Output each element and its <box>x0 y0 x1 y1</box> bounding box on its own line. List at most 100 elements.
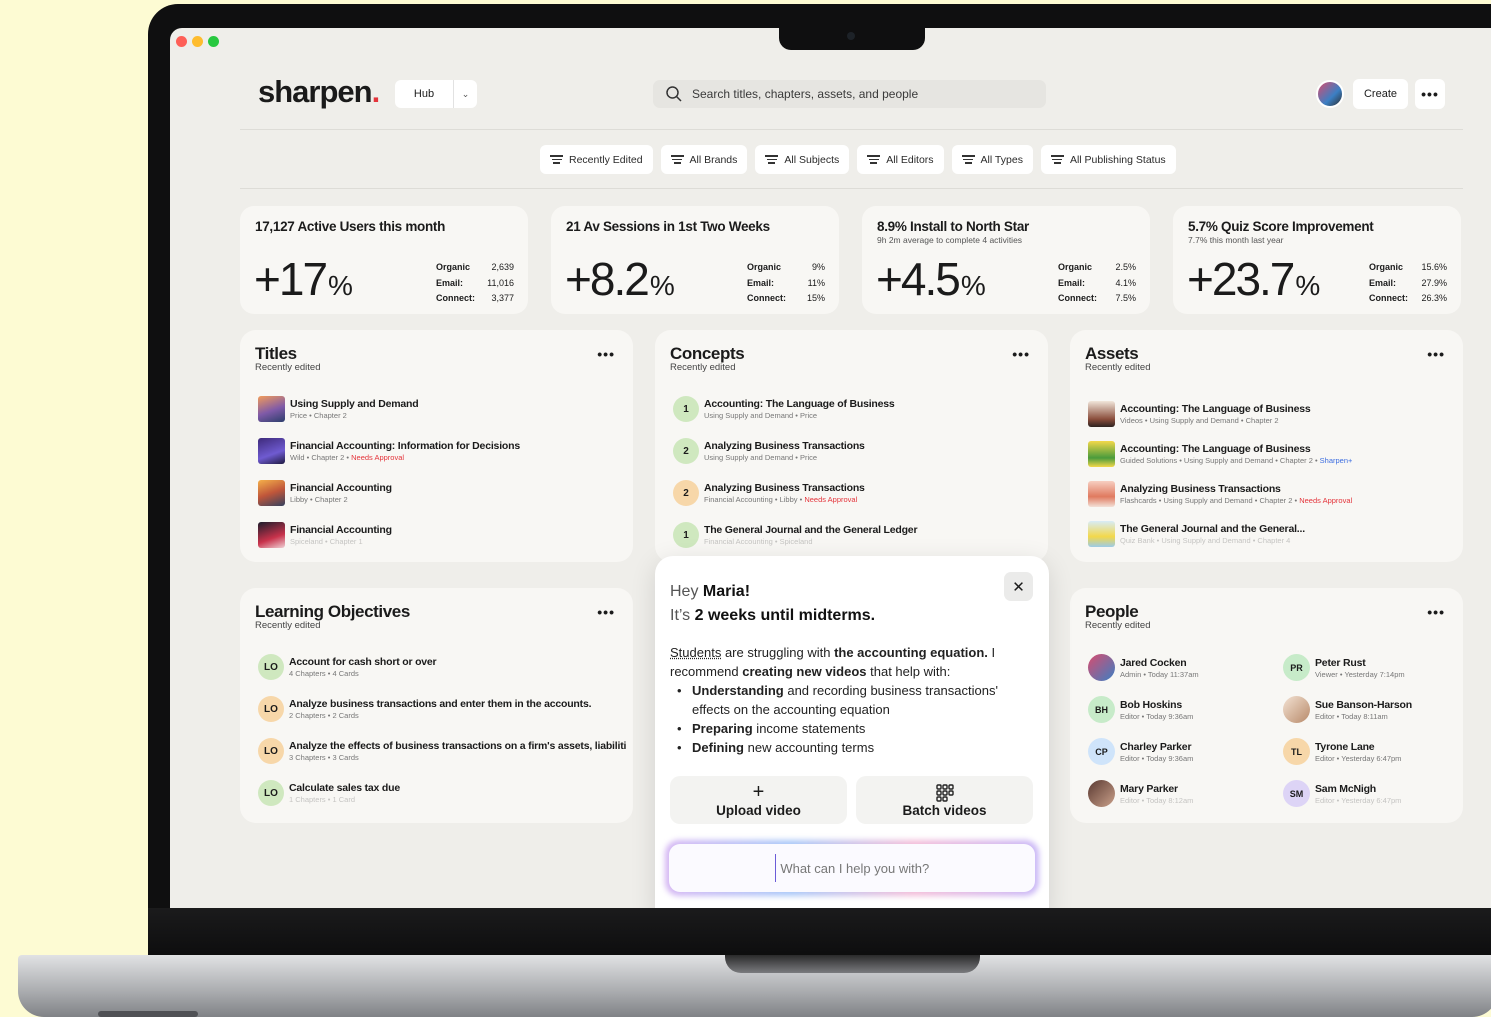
stat-card-quiz-score[interactable]: 5.7% Quiz Score Improvement 7.7% this mo… <box>1173 206 1461 314</box>
asset-item[interactable]: Analyzing Business Transactions Flashcard… <box>1088 481 1352 507</box>
assistant-greeting: Hey Maria! It’s 2 weeks until midterms. <box>670 580 875 628</box>
bullet-bold: Defining <box>692 740 744 755</box>
students-link[interactable]: Students <box>670 645 721 660</box>
objective-item[interactable]: LO Calculate sales tax due 1 Chapters • 1… <box>258 780 400 806</box>
needs-approval-badge: Needs Approval <box>351 453 405 462</box>
concept-item[interactable]: 2 Analyzing Business Transactions Using S… <box>673 438 865 464</box>
breakdown-value: 3,377 <box>491 293 514 303</box>
asset-item[interactable]: The General Journal and the General... Qu… <box>1088 521 1305 547</box>
person-item[interactable]: SM Sam McNigh Editor • Yesterday 6:47pm <box>1283 780 1401 807</box>
stat-number: +4.5 <box>876 253 961 305</box>
user-avatar[interactable] <box>1316 80 1344 108</box>
msg-text: are struggling with <box>721 645 835 660</box>
filter-publishing-status[interactable]: All Publishing Status <box>1040 145 1176 174</box>
batch-videos-button[interactable]: Batch videos <box>856 776 1033 824</box>
create-button[interactable]: Create <box>1353 79 1408 109</box>
breakdown-value: 7.5% <box>1115 293 1136 303</box>
laptop-bezel <box>148 908 1491 960</box>
panel-more-button[interactable]: ••• <box>1427 346 1445 362</box>
item-meta: Wild • Chapter 2 • Needs Approval <box>290 453 520 462</box>
lo-badge: LO <box>258 738 284 764</box>
filter-subjects[interactable]: All Subjects <box>755 145 850 174</box>
person-item[interactable]: Mary Parker Editor • Today 8:12am <box>1088 780 1193 807</box>
search-icon <box>666 86 682 102</box>
stat-unit: % <box>649 270 675 301</box>
title-item[interactable]: Financial Accounting Libby • Chapter 2 <box>258 480 392 506</box>
stat-value: +8.2% <box>565 252 675 306</box>
person-item[interactable]: Sue Banson-Harson Editor • Today 8:11am <box>1283 696 1412 723</box>
panel-more-button[interactable]: ••• <box>597 346 615 362</box>
filter-brands[interactable]: All Brands <box>660 145 748 174</box>
person-item[interactable]: Jared Cocken Admin • Today 11:37am <box>1088 654 1199 681</box>
item-title: Analyze the effects of business transact… <box>289 740 627 752</box>
greeting-line2-pre: It’s <box>670 607 695 624</box>
stat-breakdown: Organic 2,639 Email: 11,016 Connect: 3,377 <box>436 260 514 307</box>
concept-item[interactable]: 1 The General Journal and the General Le… <box>673 522 918 548</box>
hub-dropdown[interactable]: Hub ⌄ <box>395 80 477 108</box>
concept-item[interactable]: 1 Accounting: The Language of Business Us… <box>673 396 895 422</box>
asset-item[interactable]: Accounting: The Language of Business Guid… <box>1088 441 1352 467</box>
brand-logo[interactable]: sharpen. <box>258 74 380 110</box>
title-item[interactable]: Financial Accounting Spiceland • Chapter … <box>258 522 392 548</box>
person-meta: Editor • Today 8:11am <box>1315 711 1388 721</box>
stat-breakdown: Organic 2.5% Email: 4.1% Connect: 7.5% <box>1058 260 1136 307</box>
item-title: Financial Accounting <box>290 524 392 536</box>
msg-text: that help with: <box>866 664 951 679</box>
item-meta-text: Flashcards • Using Supply and Demand • C… <box>1120 496 1300 505</box>
stat-title: 5.7% Quiz Score Improvement <box>1188 219 1374 234</box>
search-placeholder: Search titles, chapters, assets, and peo… <box>692 87 919 101</box>
close-window-dot[interactable] <box>176 36 187 47</box>
item-meta-text: Using Supply and Demand • Price <box>704 453 818 462</box>
upload-video-button[interactable]: + Upload video <box>670 776 847 824</box>
assets-panel: Assets Recently edited ••• Accounting: T… <box>1070 330 1463 562</box>
breakdown-key: Organic <box>1058 262 1093 272</box>
maximize-window-dot[interactable] <box>208 36 219 47</box>
concept-item[interactable]: 2 Analyzing Business Transactions Financi… <box>673 480 865 506</box>
stat-number: +17 <box>254 253 328 305</box>
minimize-window-dot[interactable] <box>192 36 203 47</box>
person-avatar <box>1088 780 1115 807</box>
person-item[interactable]: PR Peter Rust Viewer • Yesterday 7:14pm <box>1283 654 1405 681</box>
person-item[interactable]: TL Tyrone Lane Editor • Yesterday 6:47pm <box>1283 738 1401 765</box>
objective-item[interactable]: LO Analyze business transactions and ent… <box>258 696 592 722</box>
stat-card-sessions[interactable]: 21 Av Sessions in 1st Two Weeks +8.2% Or… <box>551 206 839 314</box>
asset-item[interactable]: Accounting: The Language of Business Vide… <box>1088 401 1311 427</box>
item-meta-text: Libby • Chapter 2 <box>290 495 348 504</box>
person-meta: Editor • Yesterday 6:47pm <box>1315 753 1402 763</box>
search-input[interactable]: Search titles, chapters, assets, and peo… <box>653 80 1046 108</box>
laptop-hinge-groove <box>725 955 980 973</box>
panel-more-button[interactable]: ••• <box>1012 346 1030 362</box>
stat-card-install-north-star[interactable]: 8.9% Install to North Star 9h 2m average… <box>862 206 1150 314</box>
person-item[interactable]: CP Charley Parker Editor • Today 9:36am <box>1088 738 1193 765</box>
concepts-panel: Concepts Recently edited ••• 1 Accountin… <box>655 330 1048 562</box>
filter-editors[interactable]: All Editors <box>857 145 944 174</box>
close-icon[interactable]: ✕ <box>1004 572 1033 601</box>
breakdown-value: 26.3% <box>1421 293 1447 303</box>
title-item[interactable]: Using Supply and Demand Price • Chapter 2 <box>258 396 419 422</box>
greeting-name: Maria! <box>702 583 751 600</box>
filter-icon <box>670 153 684 165</box>
breakdown-key: Connect: <box>436 293 475 303</box>
person-meta: Admin • Today 11:37am <box>1120 669 1199 679</box>
chevron-down-icon[interactable]: ⌄ <box>453 80 477 108</box>
objective-item[interactable]: LO Account for cash short or over 4 Chapt… <box>258 654 437 680</box>
breakdown-value: 11,016 <box>487 277 514 288</box>
person-avatar: CP <box>1088 738 1115 765</box>
person-avatar <box>1283 696 1310 723</box>
filter-types[interactable]: All Types <box>951 145 1033 174</box>
filter-recently-edited[interactable]: Recently Edited <box>540 145 653 174</box>
item-title: The General Journal and the General... <box>1120 523 1305 535</box>
panel-more-button[interactable]: ••• <box>1427 604 1445 620</box>
breakdown-value: 2.5% <box>1115 262 1136 272</box>
person-avatar <box>1088 654 1115 681</box>
title-item[interactable]: Financial Accounting: Information for De… <box>258 438 520 464</box>
panel-more-button[interactable]: ••• <box>597 604 615 620</box>
more-options-button[interactable]: ••• <box>1415 79 1445 109</box>
stat-card-active-users[interactable]: 17,127 Active Users this month +17% Orga… <box>240 206 528 314</box>
objective-item[interactable]: LO Analyze the effects of business trans… <box>258 738 626 764</box>
person-item[interactable]: BH Bob Hoskins Editor • Today 9:36am <box>1088 696 1193 723</box>
panel-title: Learning Objectives <box>255 602 410 621</box>
assistant-prompt-input[interactable]: What can I help you with? <box>669 844 1035 892</box>
lo-badge: LO <box>258 696 284 722</box>
item-meta-text: Financial Accounting • Libby • <box>704 495 805 504</box>
